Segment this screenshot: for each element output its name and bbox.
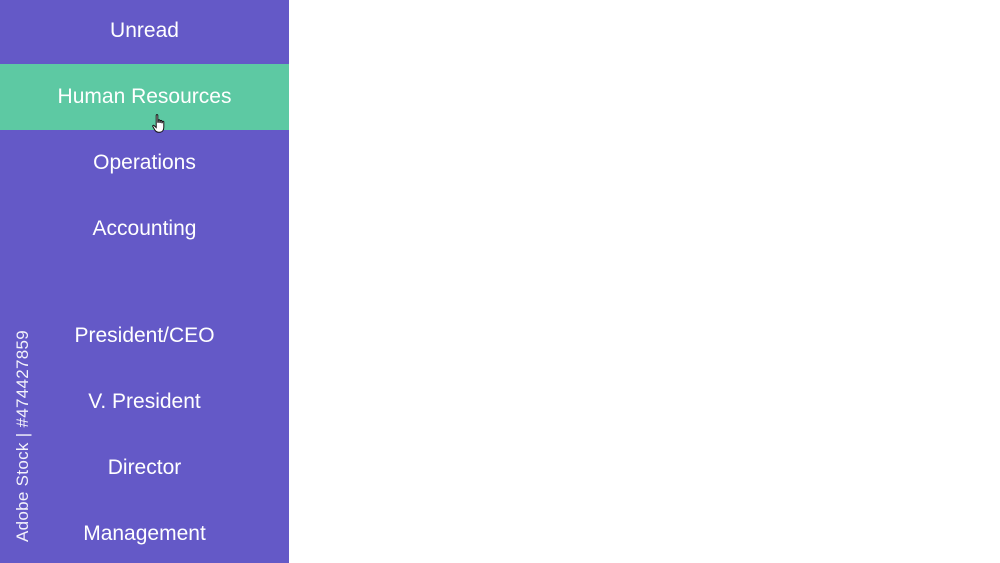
hand-pointer-icon [152,114,165,133]
sidebar-item-label: Director [107,456,182,479]
main-content-area [289,0,1000,563]
sidebar-item-label: Operations [93,151,196,174]
app-window: Unread Human Resources Operations Accoun… [0,0,1000,563]
sidebar-item-unread[interactable]: Unread [0,0,289,64]
sidebar-item-vice-president[interactable]: V. President [0,369,289,435]
sidebar-item-management[interactable]: Management [0,501,289,563]
sidebar-item-accounting[interactable]: Accounting [0,196,289,262]
sidebar-item-human-resources[interactable]: Human Resources [0,64,289,130]
sidebar-item-label: V. President [88,390,201,413]
sidebar-item-label: Unread [110,19,179,42]
sidebar: Unread Human Resources Operations Accoun… [0,0,289,563]
stock-watermark-text: Adobe Stock | #474427859 [13,329,32,543]
sidebar-item-label: President/CEO [74,324,215,347]
sidebar-item-operations[interactable]: Operations [0,130,289,196]
sidebar-item-president-ceo[interactable]: President/CEO [0,303,289,369]
sidebar-item-director[interactable]: Director [0,435,289,501]
sidebar-item-label: Accounting [92,217,197,240]
sidebar-item-label: Management [83,522,206,545]
sidebar-item-label: Human Resources [57,85,232,108]
